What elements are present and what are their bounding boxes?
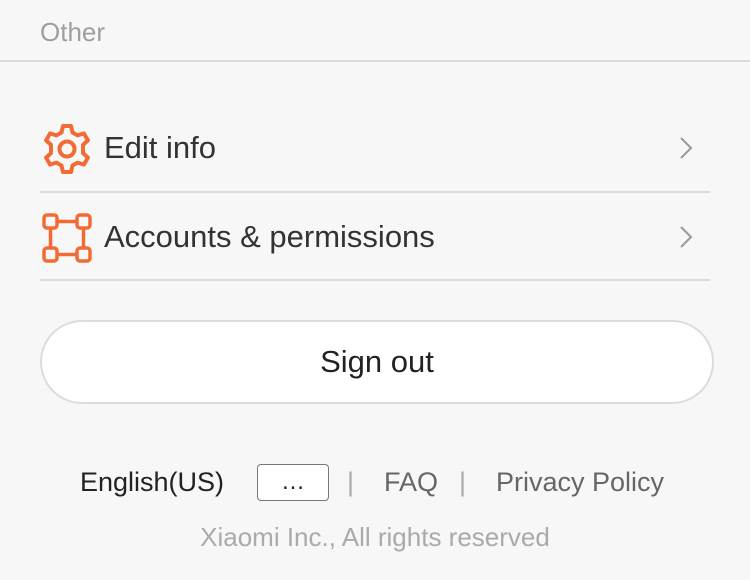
copyright-text: Xiaomi Inc., All rights reserved <box>200 522 550 552</box>
chevron-right-icon <box>678 136 694 160</box>
separator: | <box>459 467 467 497</box>
menu-item-accounts-permissions[interactable]: Accounts & permissions <box>40 193 710 281</box>
faq-link[interactable]: FAQ <box>384 467 438 498</box>
section-header: Other <box>0 0 750 62</box>
language-selector[interactable]: English(US) <box>80 467 224 498</box>
section-title: Other <box>40 17 106 47</box>
accounts-permissions-label: Accounts & permissions <box>104 219 435 254</box>
separator: | <box>347 467 355 497</box>
privacy-policy-link[interactable]: Privacy Policy <box>496 467 664 498</box>
gear-icon <box>40 122 94 176</box>
footer-links: English(US) … | FAQ | Privacy Policy <box>0 464 750 502</box>
sign-out-button[interactable]: Sign out <box>40 320 714 404</box>
menu-list: Edit info Accounts & permissions <box>40 104 710 281</box>
edit-info-label: Edit info <box>104 130 217 165</box>
language-more-button[interactable]: … <box>257 464 329 501</box>
chevron-right-icon <box>678 225 694 249</box>
nodes-icon <box>40 211 94 265</box>
menu-item-edit-info[interactable]: Edit info <box>40 104 710 193</box>
